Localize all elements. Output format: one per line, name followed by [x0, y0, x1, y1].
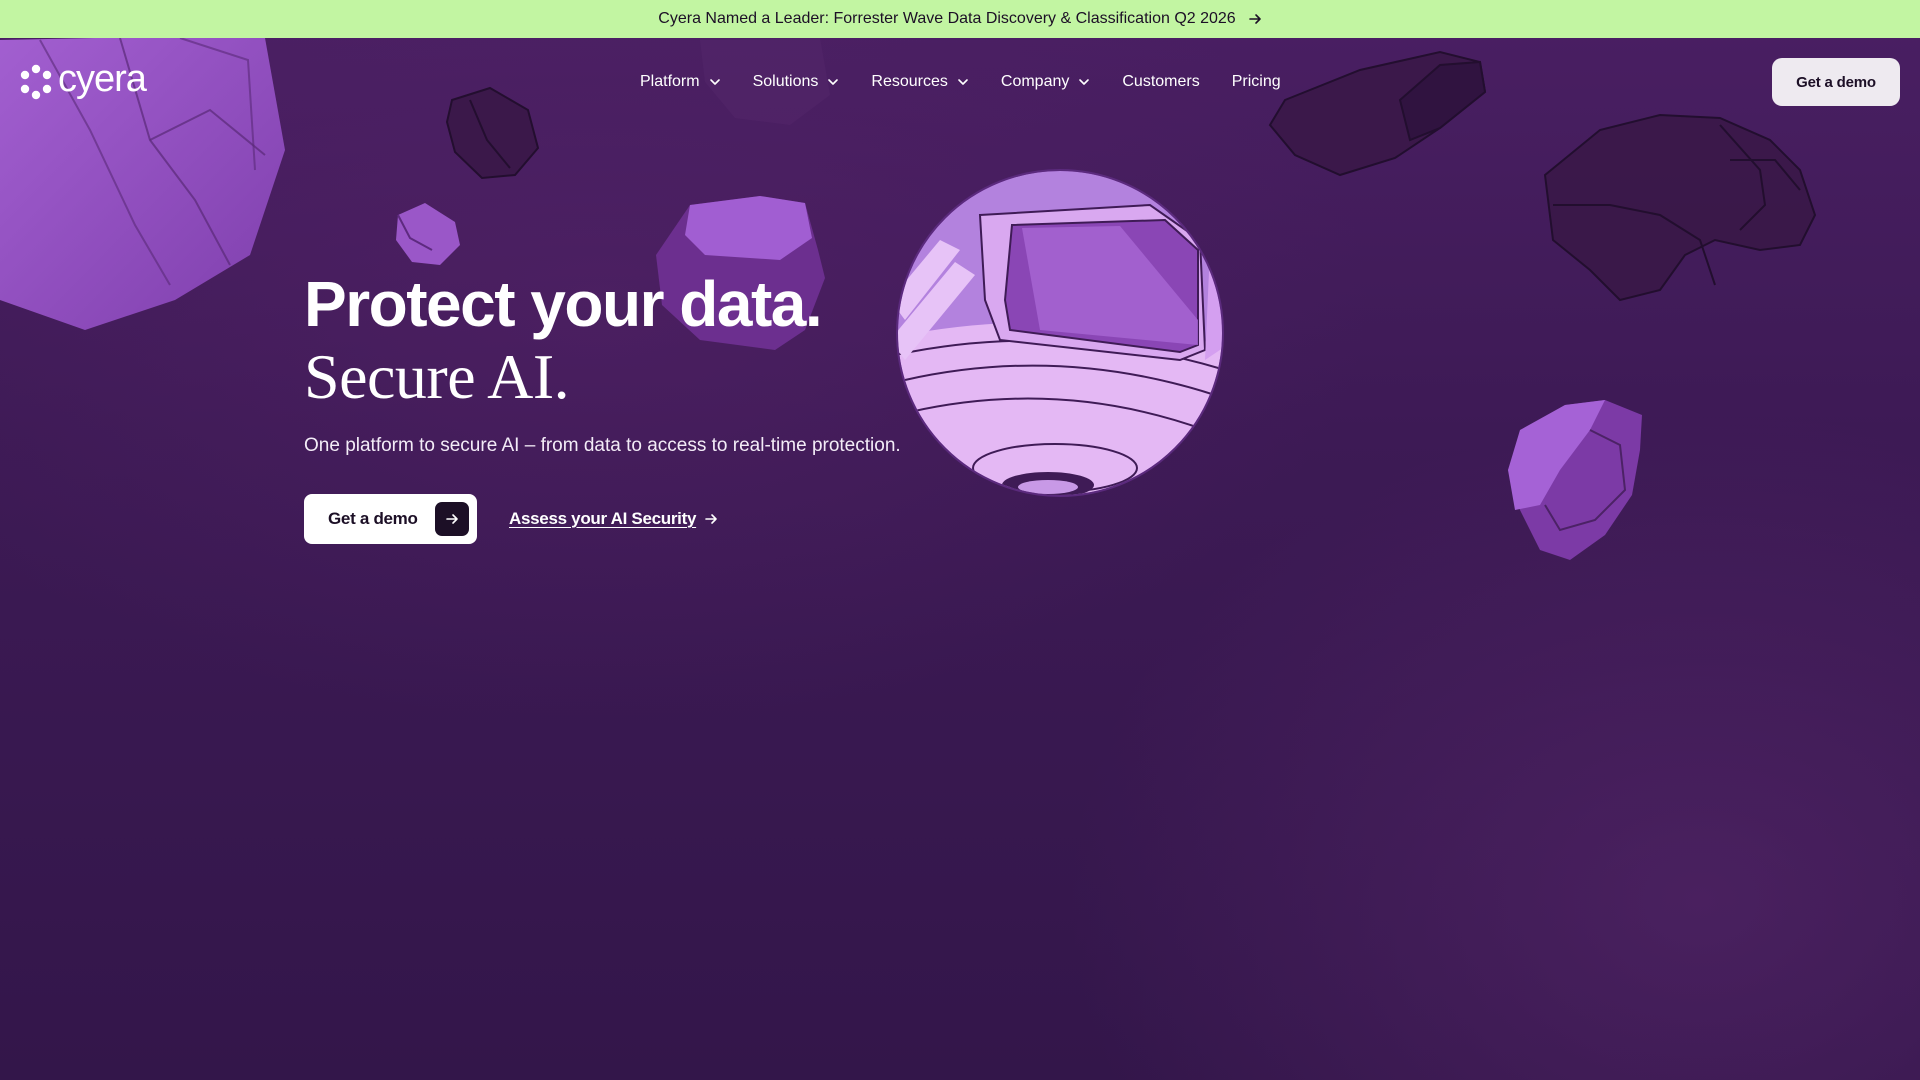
cyera-logo[interactable]: cyera [18, 58, 147, 102]
chevron-down-icon [957, 76, 969, 88]
chevron-down-icon [1078, 76, 1090, 88]
nav-item-label: Solutions [752, 73, 819, 90]
nav-item-label: Platform [640, 73, 700, 90]
assess-ai-security-link[interactable]: Assess your AI Security [509, 509, 718, 529]
main-nav: Platform Solutions Resources Company Cus… [640, 66, 1281, 98]
chevron-down-icon [827, 76, 839, 88]
rock-purple-small [396, 203, 460, 265]
hero-actions: Get a demo Assess your AI Security [304, 494, 1024, 544]
rock-purple-right [1508, 400, 1642, 560]
rock-dark-top-right [1268, 50, 1487, 177]
chevron-down-icon [709, 76, 721, 88]
arrow-right-icon [435, 502, 469, 536]
logo-wordmark: cyera [58, 58, 147, 100]
arrow-right-icon [1248, 12, 1262, 26]
hero-description: One platform to secure AI – from data to… [304, 435, 901, 456]
nav-item-label: Customers [1122, 73, 1200, 90]
assess-ai-security-label: Assess your AI Security [509, 509, 697, 528]
header-get-demo-button[interactable]: Get a demo [1772, 58, 1900, 106]
nav-item-customers[interactable]: Customers [1122, 67, 1199, 97]
hero-title: Protect your data. [304, 268, 823, 340]
announcement-text[interactable]: Cyera Named a Leader: Forrester Wave Dat… [658, 10, 1235, 28]
hero-get-demo-button[interactable]: Get a demo [304, 494, 477, 544]
hero-get-demo-label: Get a demo [328, 509, 418, 528]
arrow-right-icon [704, 512, 718, 526]
nav-item-company[interactable]: Company [1001, 67, 1090, 97]
rock-dark-small [445, 86, 540, 180]
cyera-logo-icon [18, 64, 54, 100]
announcement-banner[interactable]: Cyera Named a Leader: Forrester Wave Dat… [0, 0, 1920, 38]
nav-item-platform[interactable]: Platform [640, 67, 721, 97]
hero-section: Protect your data. Secure AI. One platfo… [304, 266, 1024, 544]
nav-item-solutions[interactable]: Solutions [753, 67, 840, 97]
nav-item-resources[interactable]: Resources [871, 67, 968, 97]
nav-item-label: Pricing [1231, 73, 1281, 90]
nav-item-label: Resources [871, 73, 948, 90]
nav-item-pricing[interactable]: Pricing [1232, 67, 1281, 97]
rock-dark-right [1543, 113, 1817, 302]
nav-item-label: Company [1000, 73, 1070, 90]
hero-subtitle: Secure AI. [304, 341, 570, 412]
